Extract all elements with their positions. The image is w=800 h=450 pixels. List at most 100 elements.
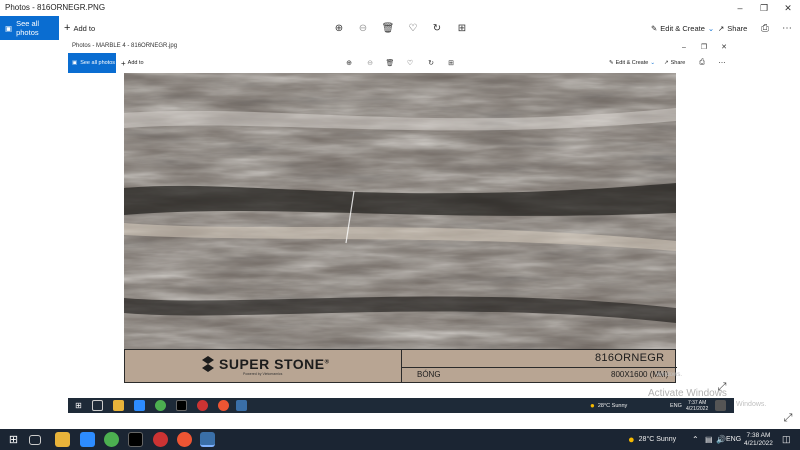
brand-area: SUPER STONE® Powered by Vietceramics: [125, 350, 401, 382]
taskbar: ⊞ ● 28°C Sunny ⌃ ▤ 🔊 ENG 7:38 AM 4/21/20…: [0, 429, 800, 450]
zoom-out-icon[interactable]: ⊖: [355, 20, 371, 36]
weather-text: 28°C Sunny: [638, 436, 677, 443]
crop-icon[interactable]: ⊞: [454, 20, 470, 36]
product-code: 816ORNEGR: [595, 352, 665, 364]
see-all-photos-button[interactable]: ▣ See all photos: [0, 16, 59, 40]
language[interactable]: ENG: [726, 432, 741, 447]
brand-name: SUPER STONE®: [219, 356, 330, 372]
favorite-icon[interactable]: ♡: [404, 57, 416, 69]
zoom-in-icon[interactable]: ⊕: [331, 20, 347, 36]
start-icon[interactable]: ⊞: [73, 400, 84, 411]
label-divider: [401, 350, 402, 382]
app-icon[interactable]: [153, 432, 168, 447]
share-icon: ↗: [664, 60, 669, 66]
weather[interactable]: ● 28°C Sunny: [628, 432, 676, 447]
inner-clock[interactable]: 7:37 AM 4/21/2022: [686, 400, 709, 412]
inner-language[interactable]: ENG: [670, 400, 682, 411]
more-icon[interactable]: ⋯: [779, 20, 795, 36]
photos-icon: ▣: [72, 60, 78, 66]
zoom-out-icon[interactable]: ⊖: [364, 57, 376, 69]
delete-icon[interactable]: 🗑: [380, 20, 396, 36]
folder-icon[interactable]: [113, 400, 124, 411]
activate-windows-watermark: Windows.: [736, 401, 767, 408]
close-button[interactable]: ✕: [776, 0, 800, 16]
share-button[interactable]: ↗ Share: [718, 20, 747, 36]
add-to-label: Add to: [73, 23, 96, 33]
photos-icon: ▣: [5, 23, 13, 33]
zoom-app-icon[interactable]: [80, 432, 95, 447]
toolbar: ▣ See all photos + Add to ⊕ ⊖ 🗑 ♡ ↻ ⊞ ✎ …: [0, 16, 800, 40]
inner-taskbar: ⊞ ● 28°C Sunny ENG 7:37 AM 4/21/2022: [68, 398, 734, 413]
product-label: SUPER STONE® Powered by Vietceramics 816…: [124, 349, 677, 383]
inner-minimize-button[interactable]: –: [674, 41, 694, 53]
chevron-down-icon: ⌄: [707, 23, 715, 33]
app-icon[interactable]: [155, 400, 166, 411]
print-icon[interactable]: ⎙: [757, 20, 773, 36]
rotate-icon[interactable]: ↻: [425, 57, 437, 69]
chrome-icon[interactable]: [177, 432, 192, 447]
inner-edit-create-button[interactable]: ✎ Edit & Create ⌄: [609, 57, 655, 69]
brand-subtitle: Powered by Vietceramics: [243, 372, 283, 376]
more-icon[interactable]: ⋯: [716, 57, 728, 69]
zoom-app-icon[interactable]: [134, 400, 145, 411]
title-bar: Photos - 816ORNEGR.PNG – ❐ ✕: [0, 0, 800, 16]
sun-icon: ●: [628, 433, 635, 446]
delete-icon[interactable]: 🗑: [384, 57, 396, 69]
edit-icon: ✎: [609, 60, 614, 66]
inner-window-title: Photos - MARBLE 4 - 816ORNEGR.jpg: [72, 43, 178, 49]
inner-weather-text: 28°C Sunny: [597, 402, 628, 409]
zoom-in-icon[interactable]: ⊕: [343, 57, 355, 69]
inner-add-to-label: Add to: [127, 60, 144, 66]
maximize-button[interactable]: ❐: [752, 0, 776, 16]
expand-icon[interactable]: ⤢: [782, 412, 794, 424]
crop-icon[interactable]: ⊞: [445, 57, 457, 69]
add-to-button[interactable]: + Add to: [64, 20, 95, 36]
minimize-button[interactable]: –: [728, 0, 752, 16]
app-icon[interactable]: [197, 400, 208, 411]
activate-windows-watermark: Windows.: [656, 372, 683, 378]
tiktok-icon[interactable]: [128, 432, 143, 447]
plus-icon: +: [64, 22, 71, 34]
favorite-icon[interactable]: ♡: [405, 20, 421, 36]
product-finish: BÓNG: [417, 370, 441, 379]
window-title: Photos - 816ORNEGR.PNG: [5, 3, 106, 12]
inner-weather[interactable]: ● 28°C Sunny: [590, 400, 627, 411]
inner-date: 4/21/2022: [686, 406, 709, 412]
inner-maximize-button[interactable]: ❐: [694, 41, 714, 53]
task-view-icon[interactable]: [92, 400, 103, 411]
date: 4/21/2022: [744, 440, 773, 447]
inner-title-bar: Photos - MARBLE 4 - 816ORNEGR.jpg – ❐ ✕: [68, 41, 734, 53]
inner-toolbar: ▣ See all photos + Add to ⊕ ⊖ 🗑 ♡ ↻ ⊞ ✎ …: [68, 53, 734, 73]
network-icon[interactable]: ▤: [705, 432, 713, 447]
see-all-photos-label: See all photos: [16, 19, 40, 37]
expand-icon[interactable]: ⤢: [716, 381, 728, 393]
edit-icon: ✎: [651, 23, 658, 33]
start-icon[interactable]: ⊞: [6, 432, 21, 447]
inner-edit-create-label: Edit & Create: [615, 60, 649, 66]
label-divider: [401, 367, 677, 368]
inner-see-all-photos-button[interactable]: ▣ See all photos: [68, 53, 116, 73]
clock[interactable]: 7:38 AM 4/21/2022: [744, 432, 773, 447]
plus-icon: +: [121, 58, 126, 68]
app-icon[interactable]: [104, 432, 119, 447]
inner-share-button[interactable]: ↗ Share: [664, 57, 685, 69]
print-icon[interactable]: ⎙: [696, 57, 708, 69]
marble-image: [124, 73, 676, 349]
photos-app-icon[interactable]: [236, 400, 247, 411]
edit-create-button[interactable]: ✎ Edit & Create ⌄: [651, 20, 714, 36]
folder-icon[interactable]: [55, 432, 70, 447]
volume-icon[interactable]: 🔊: [716, 432, 726, 447]
inner-close-button[interactable]: ✕: [714, 41, 734, 53]
notification-icon[interactable]: ◫: [782, 432, 791, 447]
rotate-icon[interactable]: ↻: [429, 20, 445, 36]
task-view-icon[interactable]: [29, 435, 41, 445]
sun-icon: ●: [590, 401, 595, 410]
inner-add-to-button[interactable]: + Add to: [121, 57, 144, 69]
tiktok-icon[interactable]: [176, 400, 187, 411]
share-icon: ↗: [718, 23, 725, 33]
chrome-icon[interactable]: [218, 400, 229, 411]
photos-app-icon[interactable]: [200, 432, 215, 447]
notification-icon[interactable]: [715, 400, 726, 411]
inner-share-label: Share: [670, 60, 686, 66]
tray-up-icon[interactable]: ⌃: [692, 432, 699, 447]
